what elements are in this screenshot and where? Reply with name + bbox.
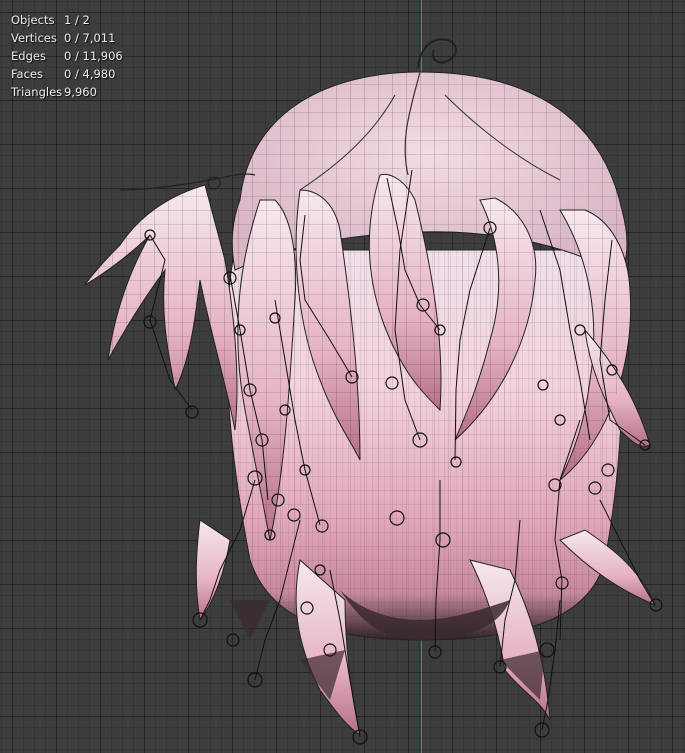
- stat-row-vertices: Vertices 0 / 7,011: [11, 29, 123, 47]
- stat-value: 0 / 4,980: [64, 67, 116, 81]
- stat-label: Edges: [11, 49, 46, 63]
- ahoge-strand: [417, 38, 457, 69]
- stat-row-triangles: Triangles 9,960: [11, 83, 123, 101]
- ponytail-left: [84, 173, 256, 431]
- hair-model-wireframe[interactable]: [0, 0, 685, 753]
- stat-label: Vertices: [11, 31, 57, 45]
- stat-label: Faces: [11, 67, 43, 81]
- stat-value: 1 / 2: [64, 13, 90, 27]
- stat-label: Triangles: [11, 85, 63, 99]
- stat-value: 0 / 7,011: [64, 31, 116, 45]
- stat-value: 9,960: [64, 85, 97, 99]
- stat-row-edges: Edges 0 / 11,906: [11, 47, 123, 65]
- stat-row-objects: Objects 1 / 2: [11, 11, 123, 29]
- stat-value: 0 / 11,906: [64, 49, 123, 63]
- stat-row-faces: Faces 0 / 4,980: [11, 65, 123, 83]
- stat-label: Objects: [11, 13, 55, 27]
- scene-statistics-overlay: Objects 1 / 2 Vertices 0 / 7,011 Edges 0…: [11, 11, 123, 101]
- 3d-viewport[interactable]: Objects 1 / 2 Vertices 0 / 7,011 Edges 0…: [0, 0, 685, 753]
